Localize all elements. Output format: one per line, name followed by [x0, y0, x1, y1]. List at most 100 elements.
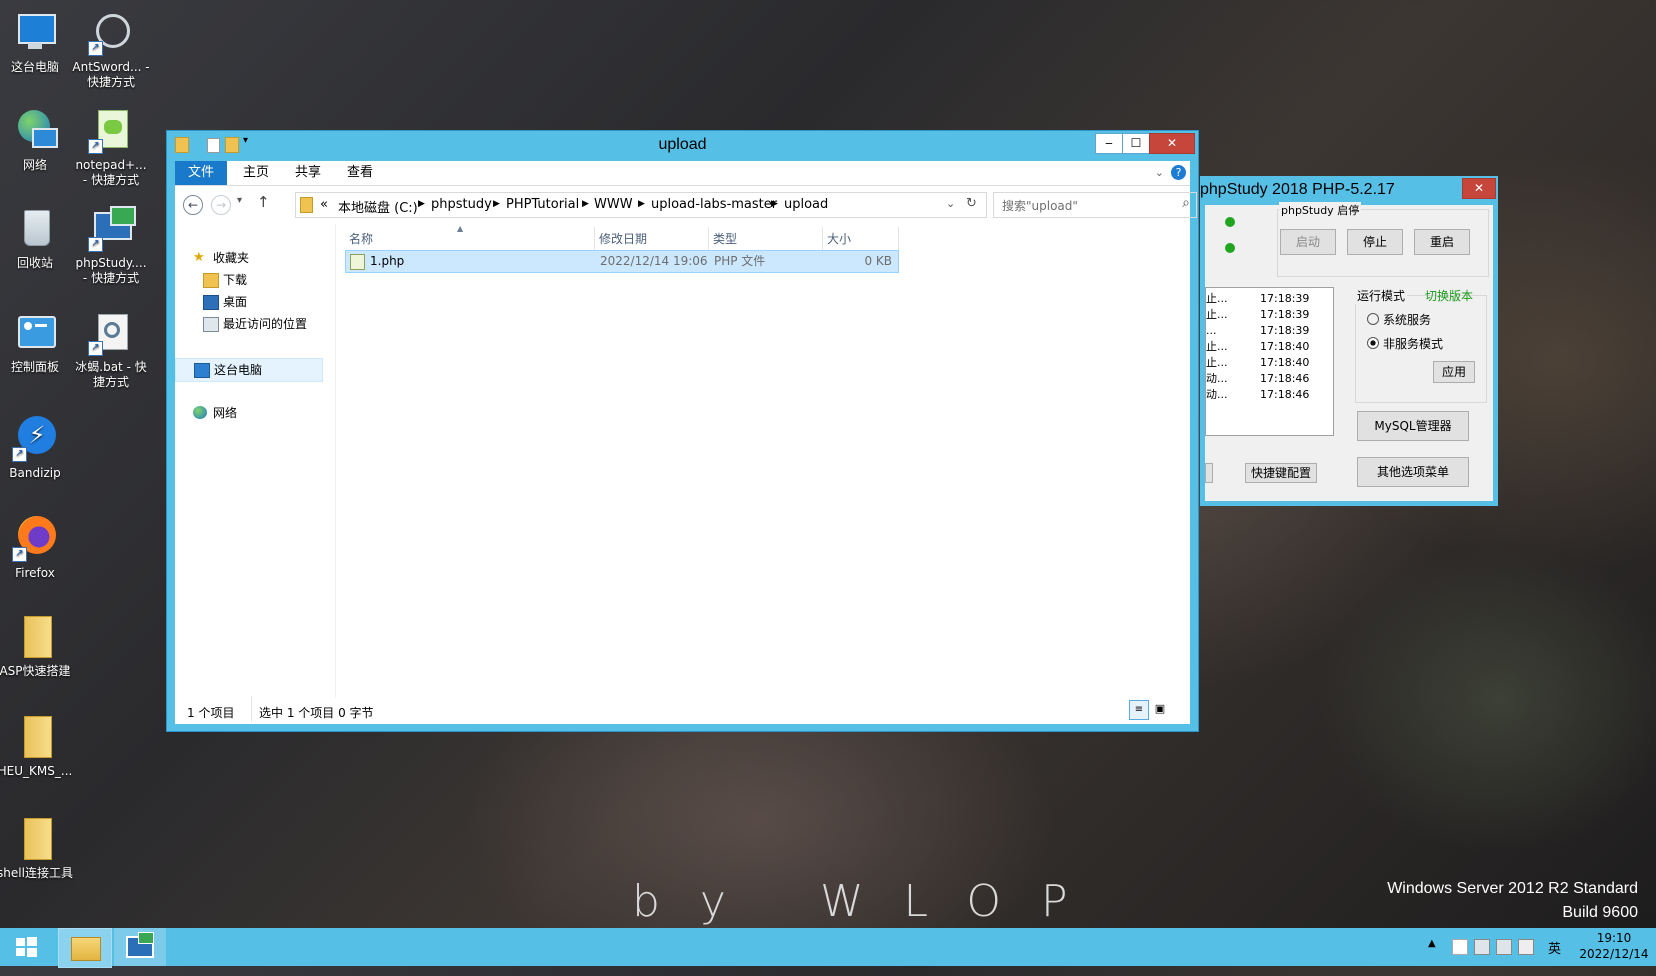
log-entry: 止... 17:18:39 [1206, 308, 1310, 321]
phpstudy-close-button[interactable]: ✕ [1462, 178, 1496, 199]
address-dropdown-icon[interactable]: ⌄ [946, 197, 955, 210]
desktop-icon-notepadpp[interactable]: ↗ notepad+... - 快捷方式 [72, 108, 150, 188]
input-language-indicator[interactable]: 英 [1548, 938, 1561, 976]
breadcrumb-drive[interactable]: 本地磁盘 (C:) [338, 197, 418, 216]
tab-share[interactable]: 共享 [283, 161, 333, 185]
bat-file-gear-icon: ↗ [88, 310, 134, 356]
hotkey-config-button[interactable]: 快捷键配置 [1245, 463, 1317, 483]
breadcrumb-upload[interactable]: upload [784, 197, 828, 212]
desktop-icon-heu-kms[interactable]: HEU_KMS_... [0, 714, 74, 779]
explorer-titlebar[interactable]: ▾ upload ‒ ☐ ✕ [167, 131, 1198, 159]
mysql-manager-button[interactable]: MySQL管理器 [1357, 411, 1469, 441]
shortcut-arrow-icon: ↗ [88, 41, 103, 56]
desktop-icon-asp-folder[interactable]: ASP快速搭建 [0, 614, 74, 679]
up-arrow-icon[interactable]: ↑ [257, 193, 270, 211]
file-row[interactable]: 1.php 2022/12/14 19:06 PHP 文件 0 KB [345, 250, 899, 273]
tab-view[interactable]: 查看 [335, 161, 385, 185]
back-arrow-icon[interactable]: ← [183, 195, 203, 215]
details-view-icon[interactable]: ≡ [1129, 700, 1149, 720]
selection-info: 选中 1 个项目 0 字节 [259, 706, 374, 720]
minimize-button[interactable]: ‒ [1095, 133, 1123, 154]
desktop-icon-behinder[interactable]: ↗ 冰蝎.bat - 快捷方式 [72, 310, 150, 390]
large-icons-view-icon[interactable]: ▣ [1151, 700, 1169, 718]
address-bar[interactable]: « 本地磁盘 (C:) ▶ phpstudy ▶ PHPTutorial ▶ W… [295, 192, 987, 218]
tab-file[interactable]: 文件 [175, 161, 227, 185]
help-icon[interactable]: ? [1171, 165, 1186, 180]
php-file-icon [350, 254, 365, 270]
column-size[interactable]: 大小 [823, 227, 899, 251]
mysql-status-dot [1225, 243, 1235, 253]
column-type[interactable]: 类型 [709, 227, 823, 251]
column-name[interactable]: 名称 [345, 227, 595, 251]
breadcrumb-separator-icon[interactable]: ▶ [582, 199, 589, 209]
partial-button[interactable] [1205, 463, 1213, 483]
radio-system-service[interactable]: 系统服务 [1367, 311, 1431, 328]
restart-button[interactable]: 重启 [1414, 229, 1470, 255]
desktop-icon-network[interactable]: 网络 [0, 108, 74, 173]
expand-ribbon-icon[interactable]: ⌄ [1155, 166, 1164, 179]
nav-network[interactable]: 网络 [175, 402, 330, 424]
tray-monitor-icon[interactable] [1496, 939, 1512, 955]
desktop-icon-antsword[interactable]: ↗ AntSword... - 快捷方式 [72, 10, 150, 90]
search-box[interactable]: 搜索"upload" ⌕ [993, 192, 1197, 218]
apply-button[interactable]: 应用 [1433, 361, 1475, 383]
nav-this-pc[interactable]: 这台电脑 [175, 358, 323, 382]
tray-speaker-icon[interactable] [1518, 939, 1534, 955]
switch-version-link[interactable]: 切换版本 [1425, 287, 1473, 304]
show-hidden-icons[interactable]: ▲ [1428, 938, 1436, 976]
breadcrumb-separator-icon[interactable]: ▶ [418, 199, 425, 209]
icon-label: HEU_KMS_... [0, 764, 73, 778]
breadcrumb-separator-icon[interactable]: ▶ [771, 199, 778, 209]
breadcrumb-overflow[interactable]: « [320, 197, 328, 212]
phpstudy-log-list[interactable]: 止... 17:18:39 止... 17:18:39 ... 17:18:39 止.… [1205, 287, 1334, 436]
nav-downloads[interactable]: 下载 [175, 269, 330, 291]
desktop-icon-phpstudy[interactable]: ↗ phpStudy.... - 快捷方式 [72, 206, 150, 286]
breadcrumb-separator-icon[interactable]: ▶ [638, 199, 645, 209]
icon-label: 网络 [22, 158, 47, 172]
column-modified[interactable]: 修改日期 [595, 227, 709, 251]
breadcrumb-upload-labs[interactable]: upload-labs-master [651, 197, 777, 212]
refresh-icon[interactable]: ↻ [966, 196, 977, 211]
breadcrumb-phptutorial[interactable]: PHPTutorial [506, 197, 579, 212]
forward-arrow-icon[interactable]: → [211, 195, 231, 215]
folder-icon [12, 714, 58, 760]
tab-home[interactable]: 主页 [231, 161, 281, 185]
breadcrumb-www[interactable]: WWW [594, 197, 633, 212]
breadcrumb-separator-icon[interactable]: ▶ [493, 199, 500, 209]
taskbar-file-explorer[interactable] [58, 928, 112, 968]
search-icon[interactable]: ⌕ [1182, 195, 1190, 211]
stop-button[interactable]: 停止 [1347, 229, 1403, 255]
control-panel-icon [12, 310, 58, 356]
recycle-bin-icon [12, 206, 58, 252]
radio-non-service[interactable]: 非服务模式 [1367, 335, 1443, 352]
recent-locations-icon[interactable]: ▾ [237, 195, 242, 206]
status-divider [251, 696, 252, 722]
desktop-icon-shell-tool[interactable]: shell连接工具 [0, 816, 74, 881]
folder-icon [12, 614, 58, 660]
taskbar-phpstudy[interactable] [114, 928, 166, 966]
nav-label: 这台电脑 [214, 363, 263, 377]
windows-logo-icon [16, 937, 37, 957]
run-mode-label: 运行模式 [1355, 287, 1408, 304]
log-entry: 动... 17:18:46 [1206, 372, 1310, 385]
tray-network-icon[interactable] [1474, 939, 1490, 955]
breadcrumb-phpstudy[interactable]: phpstudy [431, 197, 492, 212]
desktop-icon-firefox[interactable]: ↗ Firefox [0, 516, 74, 581]
desktop-icon-this-pc[interactable]: 这台电脑 [0, 10, 74, 75]
start-button[interactable]: 启动 [1280, 229, 1336, 255]
tray-flag-icon[interactable] [1452, 939, 1468, 955]
close-button[interactable]: ✕ [1149, 133, 1195, 154]
desktop-icon-control-panel[interactable]: 控制面板 [0, 310, 74, 375]
desktop-icon-bandizip[interactable]: ⚡ ↗ Bandizip [0, 416, 74, 481]
maximize-button[interactable]: ☐ [1122, 133, 1150, 154]
clock[interactable]: 19:10 2022/12/14 [1576, 930, 1652, 968]
computer-icon [194, 363, 210, 378]
nav-desktop[interactable]: 桌面 [175, 291, 330, 313]
nav-favorites[interactable]: ★ 收藏夹 [175, 247, 330, 269]
desktop-icon-recycle-bin[interactable]: 回收站 [0, 206, 74, 271]
more-options-button[interactable]: 其他选项菜单 [1357, 457, 1469, 487]
folder-icon [300, 197, 313, 213]
nav-recent[interactable]: 最近访问的位置 [175, 313, 330, 335]
start-button[interactable] [6, 931, 46, 963]
shortcut-arrow-icon: ↗ [88, 139, 103, 154]
